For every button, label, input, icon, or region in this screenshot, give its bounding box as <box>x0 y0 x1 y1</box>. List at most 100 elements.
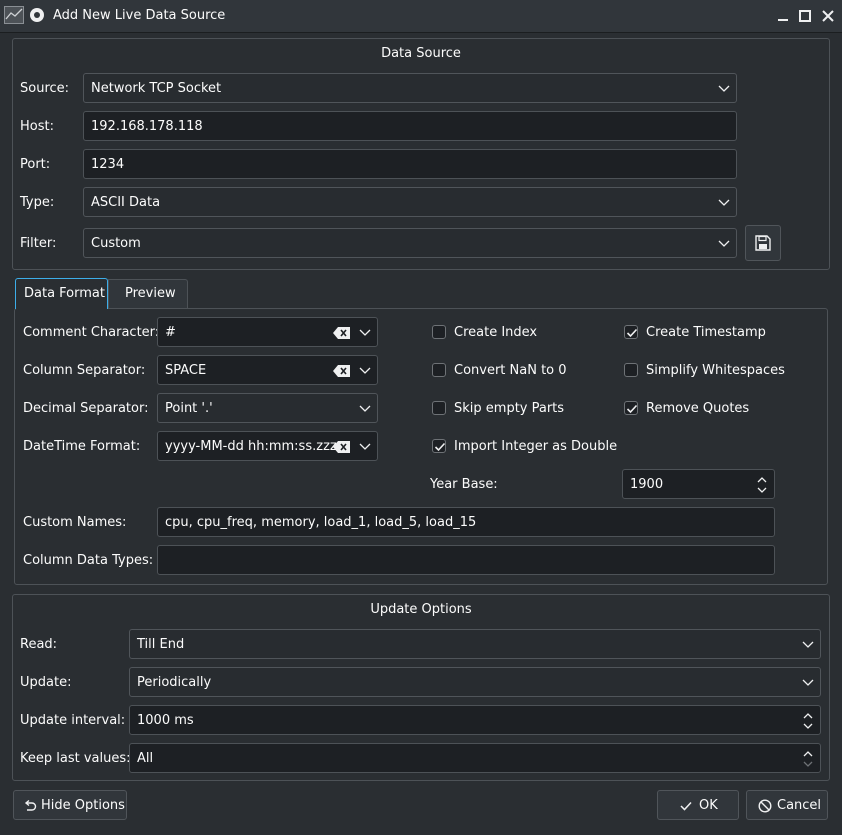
create-timestamp-checkbox[interactable] <box>624 325 638 339</box>
skip-empty-label: Skip empty Parts <box>454 401 565 416</box>
datetime-format-label: DateTime Format: <box>23 439 141 454</box>
tab-preview-label: Preview <box>125 286 176 301</box>
keep-last-spinbox[interactable]: All <box>129 743 821 773</box>
tab-data-format[interactable]: Data Format <box>15 278 108 309</box>
filter-value: Custom <box>91 236 141 251</box>
data-source-title: Data Source <box>381 46 461 61</box>
convert-nan-label: Convert NaN to 0 <box>454 363 567 378</box>
source-value: Network TCP Socket <box>91 81 222 96</box>
tab-preview[interactable]: Preview <box>108 279 188 308</box>
hide-options-label: Hide Options <box>41 798 125 813</box>
custom-names-value: cpu, cpu_freq, memory, load_1, load_5, l… <box>165 515 477 530</box>
spin-arrows-icon[interactable] <box>802 710 814 732</box>
import-integer-checkbox[interactable] <box>432 439 446 453</box>
ok-button[interactable]: OK <box>657 790 739 820</box>
convert-nan-checkbox[interactable] <box>432 363 446 377</box>
save-filter-button[interactable] <box>745 225 781 261</box>
save-icon <box>755 235 771 251</box>
chevron-down-icon[interactable] <box>359 327 371 337</box>
chevron-down-icon <box>802 679 814 686</box>
column-sep-label: Column Separator: <box>23 363 146 378</box>
filter-label: Filter: <box>20 236 57 251</box>
chevron-down-icon <box>359 405 371 412</box>
comment-char-combo[interactable]: # <box>157 317 378 347</box>
simplify-whitespaces-checkbox[interactable] <box>624 363 638 377</box>
update-interval-value: 1000 ms <box>137 713 194 728</box>
source-label: Source: <box>20 81 70 96</box>
create-index-label: Create Index <box>454 325 538 340</box>
checkmark-icon <box>434 442 446 452</box>
decimal-sep-value: Point '.' <box>165 401 213 416</box>
custom-names-input[interactable]: cpu, cpu_freq, memory, load_1, load_5, l… <box>157 507 775 537</box>
undo-icon <box>24 799 37 811</box>
app-icon <box>4 6 24 24</box>
window-title: Add New Live Data Source <box>53 8 226 23</box>
keep-last-label: Keep last values: <box>20 751 131 766</box>
tab-data-format-label: Data Format <box>24 286 105 301</box>
import-integer-label: Import Integer as Double <box>454 439 618 454</box>
year-base-value: 1900 <box>630 477 664 492</box>
chevron-down-icon <box>718 199 730 206</box>
decimal-sep-combo[interactable]: Point '.' <box>157 393 378 423</box>
chevron-down-icon[interactable] <box>359 365 371 375</box>
chevron-down-icon <box>802 641 814 648</box>
chevron-down-icon <box>718 240 730 247</box>
close-icon[interactable] <box>819 7 837 25</box>
hide-options-button[interactable]: Hide Options <box>13 790 127 820</box>
cancel-icon <box>758 799 772 813</box>
datetime-format-combo[interactable]: yyyy-MM-dd hh:mm:ss.zzz <box>157 431 378 461</box>
ok-label: OK <box>699 798 718 813</box>
remove-quotes-label: Remove Quotes <box>646 401 750 416</box>
host-label: Host: <box>20 119 54 134</box>
column-sep-combo[interactable]: SPACE <box>157 355 378 385</box>
port-input[interactable]: 1234 <box>83 149 737 179</box>
filter-combo[interactable]: Custom <box>83 228 737 258</box>
year-base-spinbox[interactable]: 1900 <box>622 469 775 499</box>
host-value: 192.168.178.118 <box>91 119 203 134</box>
type-value: ASCII Data <box>91 195 161 210</box>
clear-text-icon[interactable] <box>333 364 351 378</box>
read-value: Till End <box>137 637 185 652</box>
type-label: Type: <box>20 195 55 210</box>
port-label: Port: <box>20 157 51 172</box>
spin-arrows-icon[interactable] <box>802 748 814 770</box>
decimal-sep-label: Decimal Separator: <box>23 401 149 416</box>
chevron-down-icon[interactable] <box>359 441 371 451</box>
source-combo[interactable]: Network TCP Socket <box>83 73 737 103</box>
column-sep-value: SPACE <box>165 363 207 378</box>
spin-arrows-icon[interactable] <box>756 474 768 496</box>
simplify-whitespaces-label: Simplify Whitespaces <box>646 363 785 378</box>
update-value: Periodically <box>137 675 212 690</box>
create-timestamp-label: Create Timestamp <box>646 325 766 340</box>
cancel-label: Cancel <box>777 798 822 813</box>
checkmark-icon <box>680 801 692 811</box>
minimize-icon[interactable] <box>774 7 792 25</box>
update-label: Update: <box>20 675 72 690</box>
port-value: 1234 <box>91 157 125 172</box>
column-types-label: Column Data Types: <box>23 553 154 568</box>
host-input[interactable]: 192.168.178.118 <box>83 111 737 141</box>
read-label: Read: <box>20 637 58 652</box>
maximize-icon[interactable] <box>796 7 814 25</box>
keep-last-value: All <box>137 751 154 766</box>
update-interval-label: Update interval: <box>20 713 126 728</box>
window-menu-icon[interactable] <box>30 8 44 22</box>
update-interval-spinbox[interactable]: 1000 ms <box>129 705 821 735</box>
comment-char-value: # <box>165 325 176 340</box>
remove-quotes-checkbox[interactable] <box>624 401 638 415</box>
create-index-checkbox[interactable] <box>432 325 446 339</box>
type-combo[interactable]: ASCII Data <box>83 187 737 217</box>
custom-names-label: Custom Names: <box>23 515 127 530</box>
title-bar: Add New Live Data Source <box>0 0 842 33</box>
update-combo[interactable]: Periodically <box>129 667 821 697</box>
checkmark-icon <box>626 404 638 414</box>
comment-char-label: Comment Character: <box>23 325 160 340</box>
clear-text-icon[interactable] <box>333 326 351 340</box>
datetime-format-value: yyyy-MM-dd hh:mm:ss.zzz <box>165 439 337 454</box>
cancel-button[interactable]: Cancel <box>746 790 828 820</box>
skip-empty-checkbox[interactable] <box>432 401 446 415</box>
year-base-label: Year Base: <box>430 477 498 492</box>
clear-text-icon[interactable] <box>333 440 351 454</box>
column-types-input[interactable] <box>157 545 775 575</box>
read-combo[interactable]: Till End <box>129 629 821 659</box>
